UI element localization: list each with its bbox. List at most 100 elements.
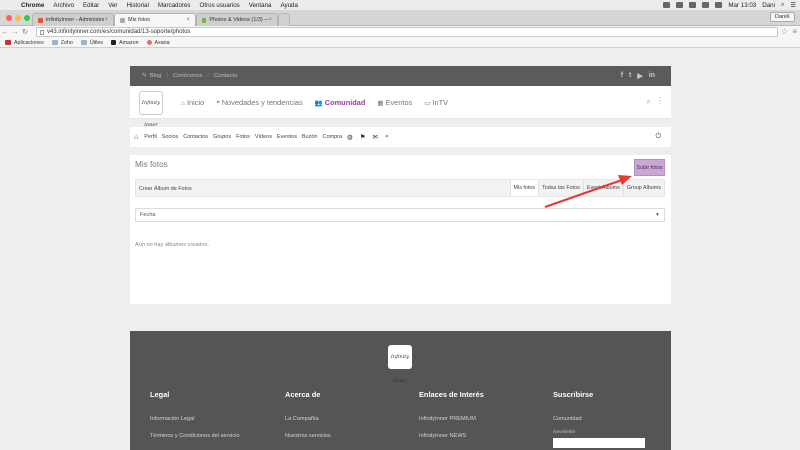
bookmark-utiles[interactable]: Útiles [80, 40, 103, 46]
bookmark-zoho[interactable]: Zoho [51, 39, 73, 46]
home-icon[interactable]: ⌂ [134, 134, 138, 141]
menu-archivo[interactable]: Archivo [53, 2, 74, 9]
tab-favicon [120, 17, 125, 23]
logo-text: Infinity inner [390, 354, 410, 384]
tab-todas-las-fotos[interactable]: Todas las Fotos [538, 180, 583, 196]
bookmark-asana[interactable]: Asana [146, 40, 170, 46]
youtube-icon[interactable]: ▶ [637, 72, 642, 80]
footer-link[interactable]: Nuestros servicios [285, 433, 331, 439]
subnav-videos[interactable]: Vídeos [255, 134, 272, 140]
search-icon[interactable]: ⌕ [385, 133, 389, 141]
nav-label: Eventos [385, 98, 413, 107]
back-icon[interactable]: ← [0, 29, 10, 36]
bookmark-label: Zoho [60, 39, 73, 46]
tab-mis-fotos[interactable]: Mis fotos × [114, 13, 196, 26]
subnav-socios[interactable]: Socios [162, 134, 179, 140]
footer-logo[interactable]: Infinity inner [388, 345, 412, 384]
nav-novedades[interactable]: ❝ Novedades y tendencias [216, 98, 302, 107]
nav-inicio[interactable]: ⌂ Inicio [181, 98, 204, 107]
topbar-link-conocenos[interactable]: Conócenos [173, 73, 202, 79]
close-tab-icon[interactable]: × [104, 17, 108, 23]
profile-button[interactable]: DaniK [770, 12, 795, 22]
nav-label: InTV [432, 98, 449, 107]
menu-marcadores[interactable]: Marcadores [158, 2, 191, 9]
search-icon[interactable]: ⌕ [781, 1, 784, 9]
menu-ayuda[interactable]: Ayuda [280, 2, 297, 9]
subnav-buzon[interactable]: Buzón [302, 134, 318, 140]
footer-link[interactable]: Términos y Condiciones del servicio [150, 433, 240, 439]
users-icon: 👥 [314, 100, 323, 107]
facebook-icon[interactable]: f [621, 72, 623, 80]
sort-select[interactable]: Fecha ▼ [135, 208, 665, 222]
tab-mis-fotos[interactable]: Mis fotos [509, 180, 539, 196]
footer-col-enlaces: Enlaces de Interés InfinityInner PREMIUM… [419, 390, 484, 450]
tab-infinityinner-admin[interactable]: InfinityInner - Administrac × [32, 13, 114, 26]
site-main-nav: Infinity inner ⌂ Inicio ❝ Novedades y tend… [130, 86, 671, 128]
close-window-icon[interactable] [6, 15, 12, 21]
newsletter-input[interactable] [553, 438, 645, 448]
battery-icon[interactable] [715, 2, 723, 8]
page-title: Mis fotos [135, 160, 168, 169]
subnav-grupos[interactable]: Grupos [213, 134, 231, 140]
nav-eventos[interactable]: ▦ Eventos [377, 98, 412, 107]
menu-ver[interactable]: Ver [108, 2, 117, 9]
browser-tab-strip: InfinityInner - Administrac × Mis fotos … [0, 10, 800, 26]
subnav-fotos[interactable]: Fotos [236, 134, 250, 140]
footer-link[interactable]: InfinityInner PREMIUM [419, 416, 484, 422]
footer-link[interactable]: La Compañía [285, 416, 331, 422]
menubar-user[interactable]: Dani [762, 2, 775, 9]
zoom-window-icon[interactable] [24, 15, 30, 21]
menu-ventana[interactable]: Ventana [249, 2, 272, 9]
new-tab-button[interactable] [278, 13, 290, 26]
minimize-window-icon[interactable] [15, 15, 21, 21]
list-icon[interactable]: ☰ [790, 2, 796, 9]
subnav-perfil[interactable]: Perfil [144, 134, 157, 140]
menu-otros-usuarios[interactable]: Otros usuarios [200, 2, 240, 9]
menu-editar[interactable]: Editar [83, 2, 99, 9]
url-input[interactable]: v43.infinityinner.com/es/comunidad/13-so… [36, 27, 778, 37]
home-icon: ⌂ [181, 100, 185, 107]
linkedin-icon[interactable]: in [649, 72, 655, 80]
site-footer: Infinity inner Legal Información Legal T… [130, 331, 671, 450]
menu-historial[interactable]: Historial [127, 2, 149, 9]
topbar-link-blog[interactable]: Blog [150, 73, 162, 79]
shield-icon[interactable] [676, 2, 684, 8]
forward-icon[interactable]: → [10, 29, 20, 36]
tab-photos-videos[interactable]: Photos & Videos (1/3) — ad × [196, 13, 278, 26]
reload-icon[interactable]: ↻ [20, 28, 30, 36]
volume-icon[interactable] [689, 2, 697, 8]
upload-photos-button[interactable]: Subir fotos [634, 159, 665, 176]
search-icon[interactable]: ⌕ [647, 97, 651, 107]
power-icon[interactable]: ⏻ [655, 133, 661, 141]
dropbox-icon[interactable] [663, 2, 671, 8]
footer-heading: Enlaces de Interés [419, 390, 484, 399]
notifications-icon[interactable]: ⚑ [360, 133, 366, 141]
subnav-contactos[interactable]: Contactos [183, 134, 208, 140]
wifi-icon[interactable] [702, 2, 710, 8]
nav-intv[interactable]: ▭ InTV [424, 98, 448, 107]
topbar-link-contacto[interactable]: Contacto [214, 73, 237, 79]
nav-label: Novedades y tendencias [221, 98, 303, 107]
menubar-clock[interactable]: Mar 13:03 [728, 2, 756, 9]
footer-link[interactable]: Información Legal [150, 416, 240, 422]
close-tab-icon[interactable]: × [268, 17, 272, 23]
footer-link[interactable]: Comunidad [553, 416, 645, 422]
globe-icon[interactable]: ◍ [347, 133, 353, 141]
site-logo[interactable]: Infinity inner [139, 91, 163, 128]
nav-comunidad[interactable]: 👥 Comunidad [315, 98, 366, 107]
tab-event-albums[interactable]: Event Albums [582, 180, 623, 196]
bookmark-aplicaciones[interactable]: Aplicaciones [5, 40, 44, 46]
close-tab-icon[interactable]: × [186, 17, 190, 23]
chrome-menu-icon[interactable]: ≡ [792, 27, 797, 36]
bookmark-amazon[interactable]: Amazon [111, 40, 139, 46]
more-vertical-icon[interactable]: ⋮ [656, 96, 664, 105]
twitter-icon[interactable]: t [629, 72, 631, 80]
bookmark-star-icon[interactable]: ☆ [781, 27, 788, 36]
mail-icon[interactable]: ✉ [373, 133, 378, 141]
subnav-eventos[interactable]: Eventos [277, 134, 297, 140]
subnav-compra[interactable]: Compra [322, 134, 342, 140]
footer-link[interactable]: InfinityInner NEWS [419, 433, 484, 439]
tab-group-albums[interactable]: Group Albums [622, 180, 664, 196]
menu-app-name[interactable]: Chrome [21, 2, 44, 9]
create-album-link[interactable]: Crear Álbum de Fotos [139, 186, 192, 192]
